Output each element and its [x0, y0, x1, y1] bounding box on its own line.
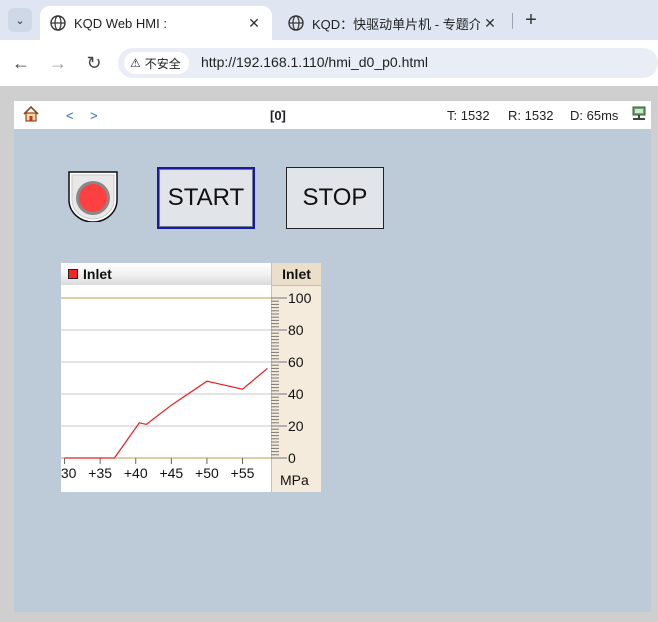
tab-strip: ⌄ KQD Web HMI : ✕ KQD：快驱动单片机 - 专题介绍 ✕ + — [0, 0, 658, 40]
chart-svg: 100 80 60 40 20 0 +30 +35 +40 +45 +50 +55 — [61, 290, 312, 481]
y-tick-label: 20 — [288, 418, 304, 434]
x-tick-label: +30 — [61, 465, 77, 481]
close-icon[interactable]: ✕ — [244, 15, 264, 32]
tab-search-button[interactable]: ⌄ — [8, 8, 32, 32]
status-lamp — [68, 171, 118, 222]
tab-title: KQD Web HMI : — [74, 15, 167, 31]
stop-button[interactable]: STOP — [286, 167, 384, 229]
page-label: [0] — [270, 108, 286, 123]
y-tick-label: 80 — [288, 322, 304, 338]
globe-icon — [288, 15, 304, 31]
y-tick-label: 100 — [288, 290, 312, 306]
forward-icon[interactable]: → — [47, 52, 69, 74]
reload-icon[interactable]: ↻ — [83, 52, 105, 74]
globe-icon — [50, 15, 66, 31]
y-tick-label: 0 — [288, 450, 296, 466]
tab-kqd-topic[interactable]: KQD：快驱动单片机 - 专题介绍 ✕ — [278, 6, 508, 40]
d-latency: D: 65ms — [570, 108, 619, 123]
prev-page-button[interactable]: < — [66, 108, 74, 123]
warning-icon: ⚠ — [130, 56, 141, 70]
security-chip[interactable]: ⚠ 不安全 — [124, 52, 189, 74]
security-label: 不安全 — [144, 56, 181, 71]
new-tab-button[interactable]: + — [520, 9, 542, 31]
t-counter: T: 1532 — [447, 108, 490, 123]
tab-separator — [512, 13, 513, 29]
next-page-button[interactable]: > — [90, 108, 98, 123]
x-tick-label: +40 — [124, 465, 148, 481]
y-tick-label: 60 — [288, 354, 304, 370]
home-icon[interactable] — [22, 105, 40, 123]
url-text[interactable]: http://192.168.1.110/hmi_d0_p0.html — [201, 54, 428, 70]
trend-chart: Inlet Inlet MPa 100806040200+30+35+40+45… — [61, 263, 321, 492]
y-tick-label: 40 — [288, 386, 304, 402]
tab-kqd-hmi[interactable]: KQD Web HMI : ✕ — [40, 6, 272, 40]
x-tick-label: +35 — [88, 465, 112, 481]
network-icon — [632, 106, 646, 120]
series-line-inlet — [64, 367, 268, 459]
chevron-down-icon: ⌄ — [15, 14, 25, 27]
x-tick-label: +45 — [159, 465, 183, 481]
tab-title: KQD：快驱动单片机 - 专题介绍 — [312, 16, 480, 32]
start-button[interactable]: START — [157, 167, 255, 229]
hmi-header-bar: < > [0] T: 1532 R: 1532 D: 65ms — [14, 101, 651, 129]
r-counter: R: 1532 — [508, 108, 554, 123]
back-icon[interactable]: ← — [10, 52, 32, 74]
x-tick-label: +50 — [195, 465, 219, 481]
x-tick-label: +55 — [231, 465, 255, 481]
close-icon[interactable]: ✕ — [480, 15, 500, 32]
